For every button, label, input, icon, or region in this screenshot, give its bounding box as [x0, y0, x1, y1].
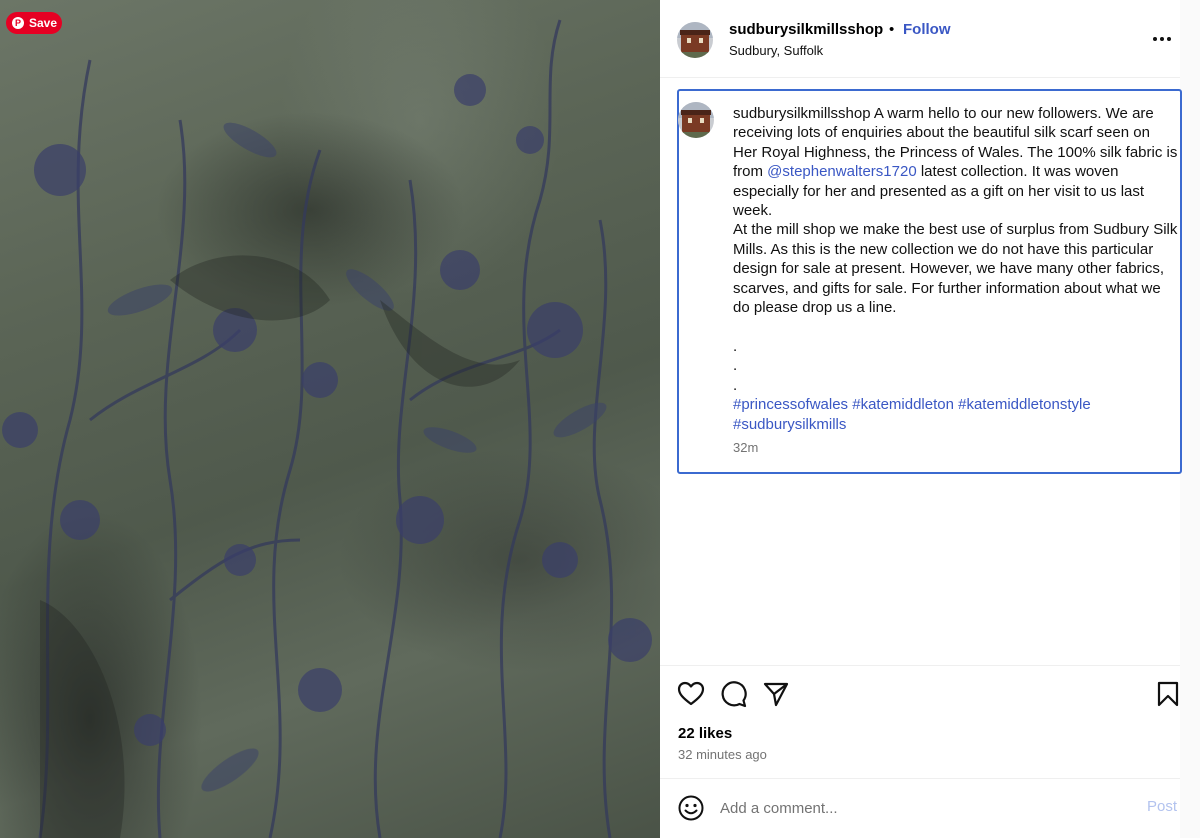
more-options-icon[interactable]: [1150, 27, 1174, 51]
caption-text: sudburysilkmillsshop A warm hello to our…: [733, 104, 1178, 434]
post-panel: sudburysilkmillsshop • Follow Sudbury, S…: [660, 0, 1182, 838]
background-strip: [1180, 0, 1200, 838]
follow-button[interactable]: Follow: [903, 21, 951, 38]
likes-count[interactable]: 22 likes: [678, 725, 732, 742]
pinterest-icon: P: [12, 17, 24, 29]
post-button[interactable]: Post: [1147, 798, 1177, 815]
separator-dot: •: [889, 21, 895, 38]
save-button[interactable]: P Save: [6, 12, 62, 34]
post-photo[interactable]: P Save: [0, 0, 660, 838]
location-link[interactable]: Sudbury, Suffolk: [729, 43, 823, 58]
header-username[interactable]: sudburysilkmillsshop: [729, 21, 883, 38]
mention-link[interactable]: @stephenwalters1720: [767, 163, 917, 180]
post-time-ago: 32 minutes ago: [678, 747, 767, 762]
share-icon[interactable]: [762, 680, 790, 708]
caption-body-2: latest collection. It was woven especial…: [733, 163, 1178, 394]
comment-bar: Post: [660, 778, 1180, 838]
comment-icon[interactable]: [719, 680, 747, 708]
post-header: sudburysilkmillsshop • Follow Sudbury, S…: [660, 0, 1180, 78]
comment-input[interactable]: [720, 797, 1120, 819]
avatar[interactable]: [677, 22, 713, 58]
caption-box: sudburysilkmillsshop A warm hello to our…: [677, 89, 1182, 474]
emoji-icon[interactable]: [677, 794, 705, 822]
action-bar: [660, 665, 1180, 666]
heart-icon[interactable]: [677, 680, 705, 708]
hashtags-link[interactable]: #princessofwales #katemiddleton #katemid…: [733, 396, 1095, 432]
bookmark-icon[interactable]: [1154, 680, 1182, 708]
caption-time: 32m: [733, 440, 759, 455]
caption-avatar[interactable]: [678, 102, 714, 138]
caption-username[interactable]: sudburysilkmillsshop: [733, 105, 871, 122]
save-label: Save: [29, 16, 58, 30]
fabric-pattern: [2, 19, 652, 838]
